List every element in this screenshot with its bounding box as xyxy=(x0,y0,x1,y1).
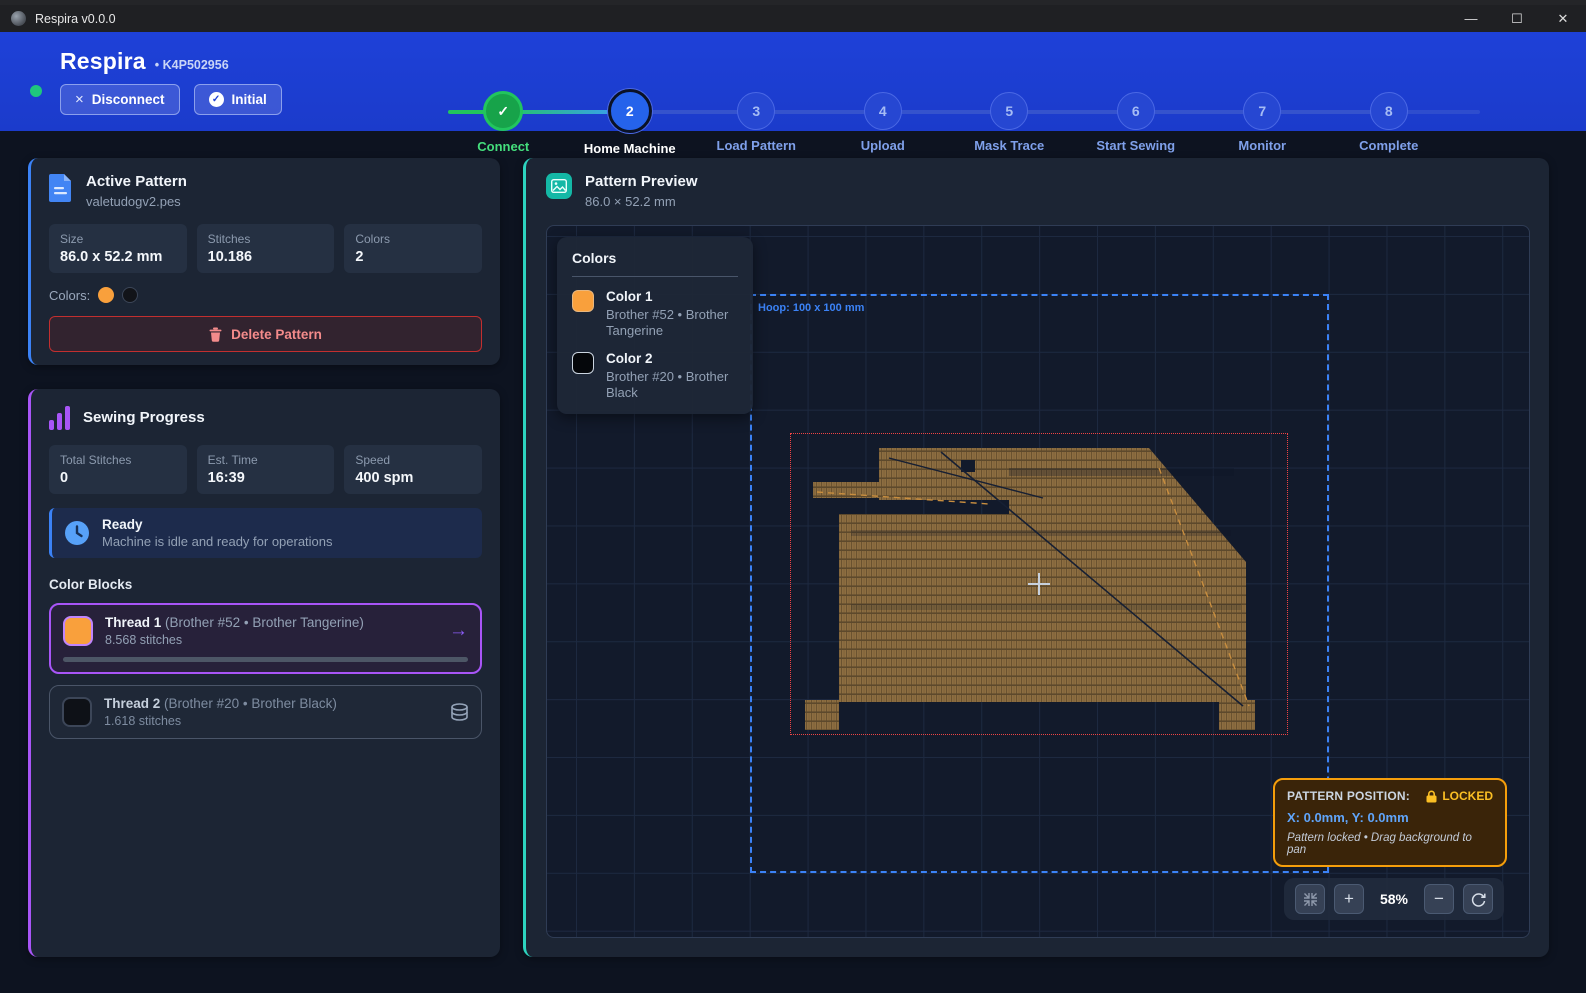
color-blocks-heading: Color Blocks xyxy=(49,577,482,592)
app-icon xyxy=(11,11,26,26)
thread-2-name: Thread 2 (Brother #20 • Brother Black) xyxy=(104,696,337,711)
pattern-filename: valetudogv2.pes xyxy=(86,194,187,209)
app-header: Respira • K4P502956 × Disconnect ✓ Initi… xyxy=(0,32,1586,131)
stat-stitches: Stitches 10.186 xyxy=(197,224,335,273)
preview-canvas[interactable]: Hoop: 100 x 100 mm xyxy=(546,225,1530,938)
card-title: Sewing Progress xyxy=(83,409,205,426)
arrow-right-icon: → xyxy=(449,620,468,642)
layers-icon xyxy=(450,703,469,721)
fit-screen-button[interactable] xyxy=(1295,884,1325,914)
colors-legend: Colors Color 1 Brother #52 • Brother Tan… xyxy=(557,237,753,414)
image-icon xyxy=(546,173,572,199)
window-title: Respira v0.0.0 xyxy=(35,12,116,26)
stat-colors: Colors 2 xyxy=(344,224,482,273)
file-icon xyxy=(49,173,73,202)
divider xyxy=(572,276,738,277)
close-button[interactable]: ✕ xyxy=(1540,5,1586,32)
thread-1-progress-bar xyxy=(63,657,468,662)
connection-status-dot xyxy=(30,85,42,97)
zoom-out-button[interactable]: − xyxy=(1424,884,1454,914)
stat-speed: Speed 400 spm xyxy=(344,445,482,494)
zoom-toolbar: + 58% − xyxy=(1284,878,1504,920)
stat-size: Size 86.0 x 52.2 mm xyxy=(49,224,187,273)
check-circle-icon: ✓ xyxy=(209,92,224,107)
zoom-level: 58% xyxy=(1373,891,1415,907)
machine-serial: • K4P502956 xyxy=(155,58,229,72)
step-mask-trace[interactable]: 5 Mask Trace xyxy=(946,64,1073,156)
thread-2-block[interactable]: Thread 2 (Brother #20 • Brother Black) 1… xyxy=(49,685,482,739)
reset-view-icon xyxy=(1471,892,1486,907)
legend-item-color-1: Color 1 Brother #52 • Brother Tangerine xyxy=(572,289,738,340)
workflow-stepper: ✓ Connect 2 Home Machine 3 Load Pattern … xyxy=(440,64,1570,163)
thread-2-stitches: 1.618 stitches xyxy=(104,714,337,728)
legend-title: Colors xyxy=(572,250,738,266)
colors-label: Colors: xyxy=(49,288,90,303)
stat-total-stitches: Total Stitches 0 xyxy=(49,445,187,494)
thread-1-stitches: 8.568 stitches xyxy=(105,633,364,647)
hoop-label: Hoop: 100 x 100 mm xyxy=(758,302,864,314)
pattern-position-overlay: PATTERN POSITION: LOCKED X: 0.0mm, Y: 0.… xyxy=(1273,778,1507,867)
step-upload[interactable]: 4 Upload xyxy=(820,64,947,156)
zoom-out-icon: − xyxy=(1434,889,1444,909)
locked-badge: LOCKED xyxy=(1426,789,1493,803)
legend-swatch-black xyxy=(572,352,594,374)
reset-view-button[interactable] xyxy=(1463,884,1493,914)
step-home-machine[interactable]: 2 Home Machine xyxy=(567,64,694,156)
position-coordinates: X: 0.0mm, Y: 0.0mm xyxy=(1287,810,1493,825)
step-monitor[interactable]: 7 Monitor xyxy=(1199,64,1326,156)
zoom-in-button[interactable]: + xyxy=(1334,884,1364,914)
position-label: PATTERN POSITION: xyxy=(1287,789,1410,803)
card-title: Pattern Preview xyxy=(585,173,698,190)
embroidery-pattern xyxy=(791,434,1289,736)
fit-screen-icon xyxy=(1303,892,1318,907)
color-swatch-tangerine xyxy=(98,287,114,303)
trash-icon xyxy=(209,327,222,342)
disconnect-button[interactable]: × Disconnect xyxy=(60,84,180,115)
initial-button[interactable]: ✓ Initial xyxy=(194,84,282,115)
bar-chart-icon xyxy=(49,406,70,430)
minimize-button[interactable]: — xyxy=(1448,5,1494,32)
thread-1-block[interactable]: Thread 1 (Brother #52 • Brother Tangerin… xyxy=(49,603,482,674)
color-swatch-black xyxy=(122,287,138,303)
thread-1-name: Thread 1 (Brother #52 • Brother Tangerin… xyxy=(105,615,364,630)
pattern-preview-card: Pattern Preview 86.0 × 52.2 mm Hoop: 100… xyxy=(523,158,1549,957)
status-title: Ready xyxy=(102,517,333,532)
step-load-pattern[interactable]: 3 Load Pattern xyxy=(693,64,820,156)
status-desc: Machine is idle and ready for operations xyxy=(102,534,333,549)
close-x-icon: × xyxy=(75,91,84,108)
step-connect[interactable]: ✓ Connect xyxy=(440,64,567,156)
clock-icon xyxy=(64,520,90,546)
position-hint: Pattern locked • Drag background to pan xyxy=(1287,832,1493,856)
legend-item-color-2: Color 2 Brother #20 • Brother Black xyxy=(572,351,738,402)
step-complete[interactable]: 8 Complete xyxy=(1326,64,1453,156)
check-icon: ✓ xyxy=(483,91,523,131)
sewing-progress-card: Sewing Progress Total Stitches 0 Est. Ti… xyxy=(28,389,500,957)
machine-status-banner: Ready Machine is idle and ready for oper… xyxy=(49,508,482,558)
stat-est-time: Est. Time 16:39 xyxy=(197,445,335,494)
card-title: Active Pattern xyxy=(86,173,187,190)
pattern-dimensions: 86.0 × 52.2 mm xyxy=(585,194,698,209)
legend-swatch-tangerine xyxy=(572,290,594,312)
zoom-in-icon: + xyxy=(1344,889,1354,909)
lock-icon xyxy=(1426,790,1437,803)
delete-pattern-button[interactable]: Delete Pattern xyxy=(49,316,482,352)
step-start-sewing[interactable]: 6 Start Sewing xyxy=(1073,64,1200,156)
brand-title: Respira xyxy=(60,48,146,75)
maximize-button[interactable]: ☐ xyxy=(1494,5,1540,32)
active-pattern-card: Active Pattern valetudogv2.pes Size 86.0… xyxy=(28,158,500,365)
thread-1-swatch xyxy=(63,616,93,646)
app-window: Respira v0.0.0 — ☐ ✕ Respira • K4P502956… xyxy=(0,0,1586,993)
titlebar: Respira v0.0.0 — ☐ ✕ xyxy=(0,0,1586,32)
thread-2-swatch xyxy=(62,697,92,727)
